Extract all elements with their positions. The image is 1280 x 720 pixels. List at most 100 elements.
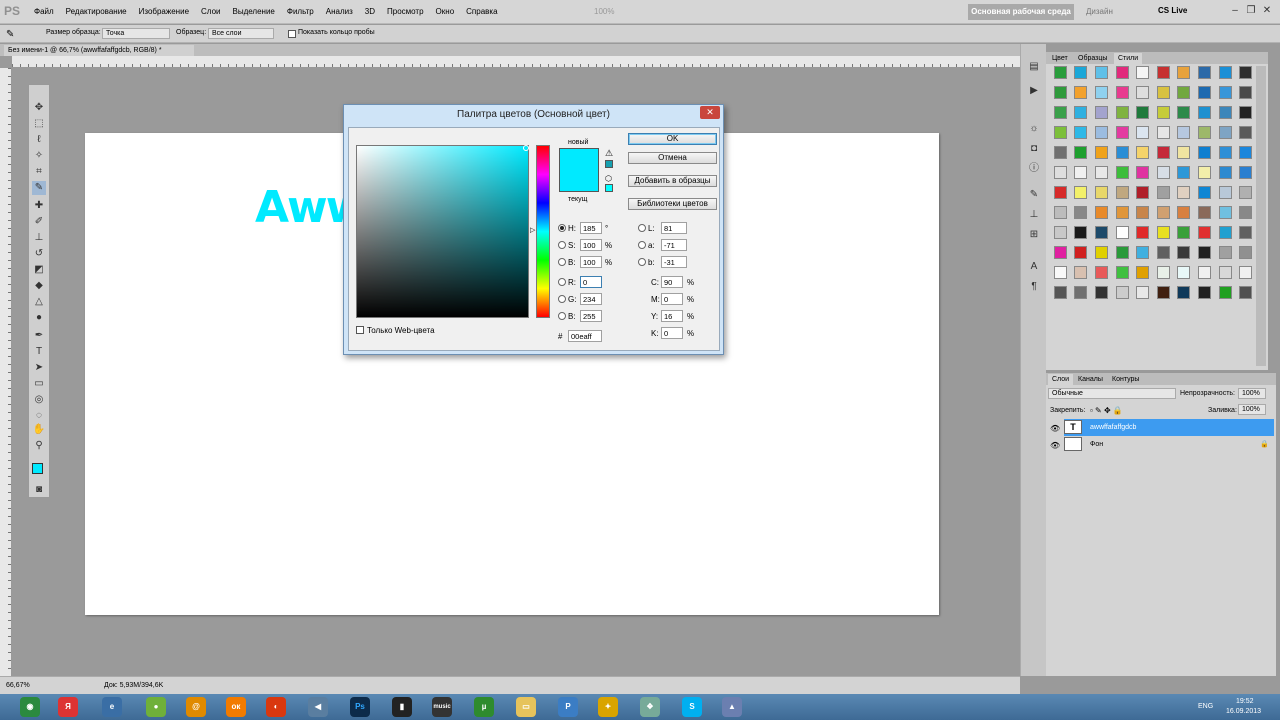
- menu-item[interactable]: Просмотр: [387, 7, 424, 16]
- style-swatch[interactable]: [1136, 66, 1150, 79]
- style-swatch[interactable]: [1136, 86, 1150, 99]
- web-only-checkbox[interactable]: [356, 326, 364, 334]
- color-libraries-button[interactable]: Библиотеки цветов: [628, 198, 717, 210]
- bucket-tool-icon[interactable]: ◆: [32, 279, 46, 293]
- firefox-icon[interactable]: ◐: [266, 697, 286, 717]
- style-swatch[interactable]: [1218, 206, 1232, 219]
- style-swatch[interactable]: [1218, 246, 1232, 259]
- style-swatch[interactable]: [1094, 86, 1108, 99]
- sample-size-select[interactable]: Точка: [102, 28, 170, 39]
- style-swatch[interactable]: [1218, 126, 1232, 139]
- mail-agent-icon[interactable]: @: [186, 697, 206, 717]
- style-swatch[interactable]: [1177, 246, 1191, 259]
- lab-a-radio[interactable]: [638, 241, 646, 249]
- menu-item[interactable]: Фильтр: [287, 7, 314, 16]
- style-swatch[interactable]: [1136, 266, 1150, 279]
- zoom-readout[interactable]: 66,67%: [6, 682, 30, 689]
- style-swatch[interactable]: [1115, 286, 1129, 299]
- lab-a-input[interactable]: [661, 239, 687, 251]
- history-brush-icon[interactable]: ↺: [32, 247, 46, 261]
- cs-live-button[interactable]: CS Live: [1158, 6, 1187, 15]
- odnoklassniki-icon[interactable]: ок: [226, 697, 246, 717]
- style-swatch[interactable]: [1177, 166, 1191, 179]
- zoom-level[interactable]: 100%: [594, 7, 614, 16]
- paragraph-panel-icon[interactable]: ¶: [1027, 280, 1041, 294]
- layer-visibility-icon[interactable]: 👁: [1050, 424, 1060, 433]
- style-swatch[interactable]: [1177, 186, 1191, 199]
- style-swatch[interactable]: [1094, 126, 1108, 139]
- quick-select-tool-icon[interactable]: ✧: [32, 149, 46, 163]
- ok-button[interactable]: OK: [628, 133, 717, 145]
- style-swatch[interactable]: [1218, 146, 1232, 159]
- style-swatch[interactable]: [1136, 246, 1150, 259]
- style-swatch[interactable]: [1094, 246, 1108, 259]
- zoom-tool-icon[interactable]: ⚲: [32, 439, 46, 453]
- style-swatch[interactable]: [1197, 266, 1211, 279]
- style-swatch[interactable]: [1156, 146, 1170, 159]
- document-tab[interactable]: Без имени-1 @ 66,7% (awwffafaffgdcb, RGB…: [4, 45, 194, 56]
- shape-tool-icon[interactable]: ▭: [32, 377, 46, 391]
- cancel-button[interactable]: Отмена: [628, 152, 717, 164]
- style-swatch[interactable]: [1156, 126, 1170, 139]
- clock-time[interactable]: 19:52: [1236, 698, 1254, 705]
- blend-mode-select[interactable]: Обычные: [1048, 388, 1176, 399]
- cyan-input[interactable]: [661, 276, 683, 288]
- style-swatch[interactable]: [1115, 66, 1129, 79]
- style-swatch[interactable]: [1156, 266, 1170, 279]
- language-indicator[interactable]: ENG: [1198, 703, 1213, 710]
- adjustments-panel-icon[interactable]: ☼: [1027, 122, 1041, 136]
- style-swatch[interactable]: [1218, 286, 1232, 299]
- volume-icon[interactable]: ◀: [308, 697, 328, 717]
- gamut-warning-icon[interactable]: ⚠: [605, 148, 613, 159]
- style-swatch[interactable]: [1156, 86, 1170, 99]
- eraser-tool-icon[interactable]: ◩: [32, 263, 46, 277]
- utorrent-icon[interactable]: µ: [474, 697, 494, 717]
- lock-icon[interactable]: ▫ ✎ ✥ 🔒: [1090, 406, 1123, 415]
- healing-tool-icon[interactable]: ✚: [32, 199, 46, 213]
- style-swatch[interactable]: [1074, 286, 1088, 299]
- brush-tool-icon[interactable]: ✐: [32, 215, 46, 229]
- style-swatch[interactable]: [1197, 246, 1211, 259]
- style-swatch[interactable]: [1197, 66, 1211, 79]
- style-swatch[interactable]: [1053, 66, 1067, 79]
- move-tool-icon[interactable]: ✥: [32, 101, 46, 115]
- style-swatch[interactable]: [1239, 186, 1253, 199]
- style-swatch[interactable]: [1239, 166, 1253, 179]
- clock-date[interactable]: 16.09.2013: [1226, 708, 1261, 715]
- triangle-app-icon[interactable]: ▲: [722, 697, 742, 717]
- style-swatch[interactable]: [1053, 166, 1067, 179]
- style-swatch[interactable]: [1197, 146, 1211, 159]
- layer-row[interactable]: Фон 🔒: [1064, 436, 1274, 453]
- style-swatch[interactable]: [1053, 206, 1067, 219]
- dodge-tool-icon[interactable]: ●: [32, 311, 46, 325]
- gamut-correction-swatch[interactable]: [605, 160, 613, 168]
- black-input[interactable]: [661, 327, 683, 339]
- style-swatch[interactable]: [1218, 86, 1232, 99]
- foreground-color-swatch[interactable]: [32, 463, 43, 474]
- style-swatch[interactable]: [1197, 86, 1211, 99]
- style-swatch[interactable]: [1218, 166, 1232, 179]
- style-swatch[interactable]: [1177, 86, 1191, 99]
- style-swatch[interactable]: [1136, 106, 1150, 119]
- style-swatch[interactable]: [1156, 246, 1170, 259]
- lab-l-radio[interactable]: [638, 224, 646, 232]
- menu-item[interactable]: Редактирование: [66, 7, 127, 16]
- style-swatch[interactable]: [1239, 106, 1253, 119]
- yellow-input[interactable]: [661, 310, 683, 322]
- menu-item[interactable]: Анализ: [326, 7, 353, 16]
- style-swatch[interactable]: [1197, 206, 1211, 219]
- tab-channels[interactable]: Каналы: [1074, 374, 1107, 385]
- style-swatch[interactable]: [1115, 266, 1129, 279]
- style-swatch[interactable]: [1239, 126, 1253, 139]
- minimize-icon[interactable]: –: [1228, 5, 1242, 17]
- styles-scrollbar[interactable]: [1256, 66, 1266, 366]
- lasso-tool-icon[interactable]: ℓ: [32, 133, 46, 147]
- blur-tool-icon[interactable]: △: [32, 295, 46, 309]
- style-swatch[interactable]: [1115, 226, 1129, 239]
- style-swatch[interactable]: [1177, 66, 1191, 79]
- style-swatch[interactable]: [1177, 146, 1191, 159]
- text-tool-icon[interactable]: T: [32, 345, 46, 359]
- ie-icon[interactable]: e: [102, 697, 122, 717]
- design-workspace[interactable]: Дизайн: [1086, 7, 1113, 16]
- style-swatch[interactable]: [1115, 106, 1129, 119]
